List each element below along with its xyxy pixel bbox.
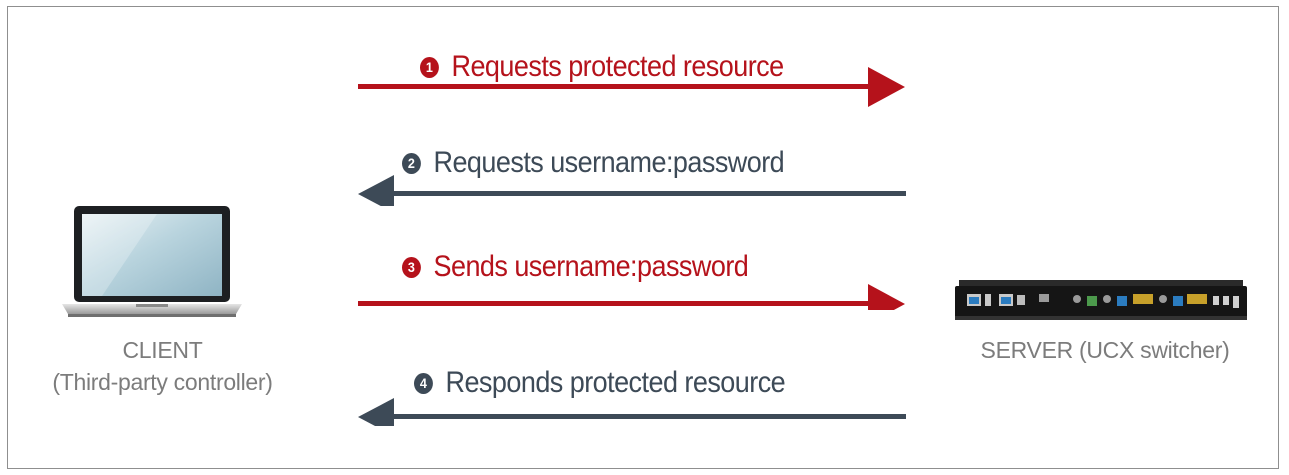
message-4-text: Responds protected resource bbox=[445, 366, 786, 399]
message-1: 1 Requests protected resource bbox=[0, 50, 1289, 110]
step-badge: 1 bbox=[420, 56, 439, 78]
message-4-label: 4 Responds protected resource bbox=[414, 366, 786, 400]
step-badge: 2 bbox=[402, 152, 421, 174]
message-4: 4 Responds protected resource bbox=[0, 366, 1289, 426]
message-2: 2 Requests username:password bbox=[0, 146, 1289, 206]
message-3-label: 3 Sends username:password bbox=[402, 250, 749, 284]
message-1-text: Requests protected resource bbox=[451, 50, 785, 83]
step-badge: 3 bbox=[402, 256, 421, 278]
message-2-label: 2 Requests username:password bbox=[402, 146, 785, 180]
client-label: CLIENT bbox=[122, 337, 203, 363]
message-2-text: Requests username:password bbox=[433, 146, 785, 179]
message-3-text: Sends username:password bbox=[433, 250, 749, 283]
server-label: SERVER (UCX switcher) bbox=[980, 337, 1230, 363]
message-3: 3 Sends username:password bbox=[0, 250, 1289, 310]
step-badge: 4 bbox=[414, 372, 433, 394]
message-1-label: 1 Requests protected resource bbox=[420, 50, 784, 84]
